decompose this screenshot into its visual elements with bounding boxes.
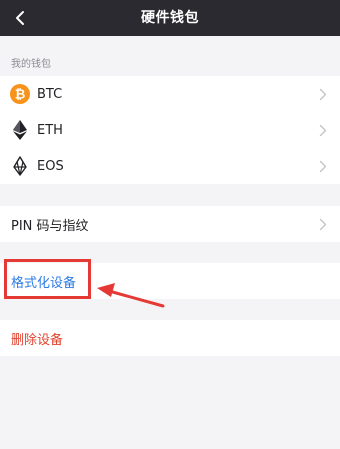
bitcoin-icon: ₿ (10, 84, 30, 104)
page-title: 硬件钱包 (141, 10, 199, 26)
chevron-right-icon (318, 123, 328, 137)
svg-text:₿: ₿ (15, 88, 26, 103)
wallet-item-btc[interactable]: ₿ BTC (0, 76, 340, 112)
wallet-label: BTC (37, 86, 63, 102)
chevron-right-icon (318, 159, 328, 173)
wallet-item-eos[interactable]: EOS (0, 148, 340, 184)
eos-icon (10, 156, 30, 176)
wallet-label: EOS (37, 158, 64, 174)
annotation-highlight-box (4, 259, 91, 299)
pin-fingerprint-label: PIN 码与指纹 (11, 218, 89, 234)
wallet-label: ETH (37, 122, 63, 138)
wallet-item-eth[interactable]: ETH (0, 112, 340, 148)
wallet-list: ₿ BTC ETH EOS (0, 76, 340, 184)
pin-section: PIN 码与指纹 (0, 206, 340, 242)
chevron-right-icon (318, 87, 328, 101)
navigation-bar: 硬件钱包 (0, 0, 340, 36)
pin-fingerprint-item[interactable]: PIN 码与指纹 (0, 206, 340, 242)
delete-device-label: 删除设备 (11, 332, 64, 348)
annotation-arrow-icon (97, 283, 165, 308)
ethereum-icon (10, 120, 30, 140)
delete-device-button[interactable]: 删除设备 (0, 320, 340, 356)
section-label-my-wallets: 我的钱包 (11, 59, 51, 70)
delete-section: 删除设备 (0, 320, 340, 356)
chevron-right-icon (318, 217, 328, 231)
